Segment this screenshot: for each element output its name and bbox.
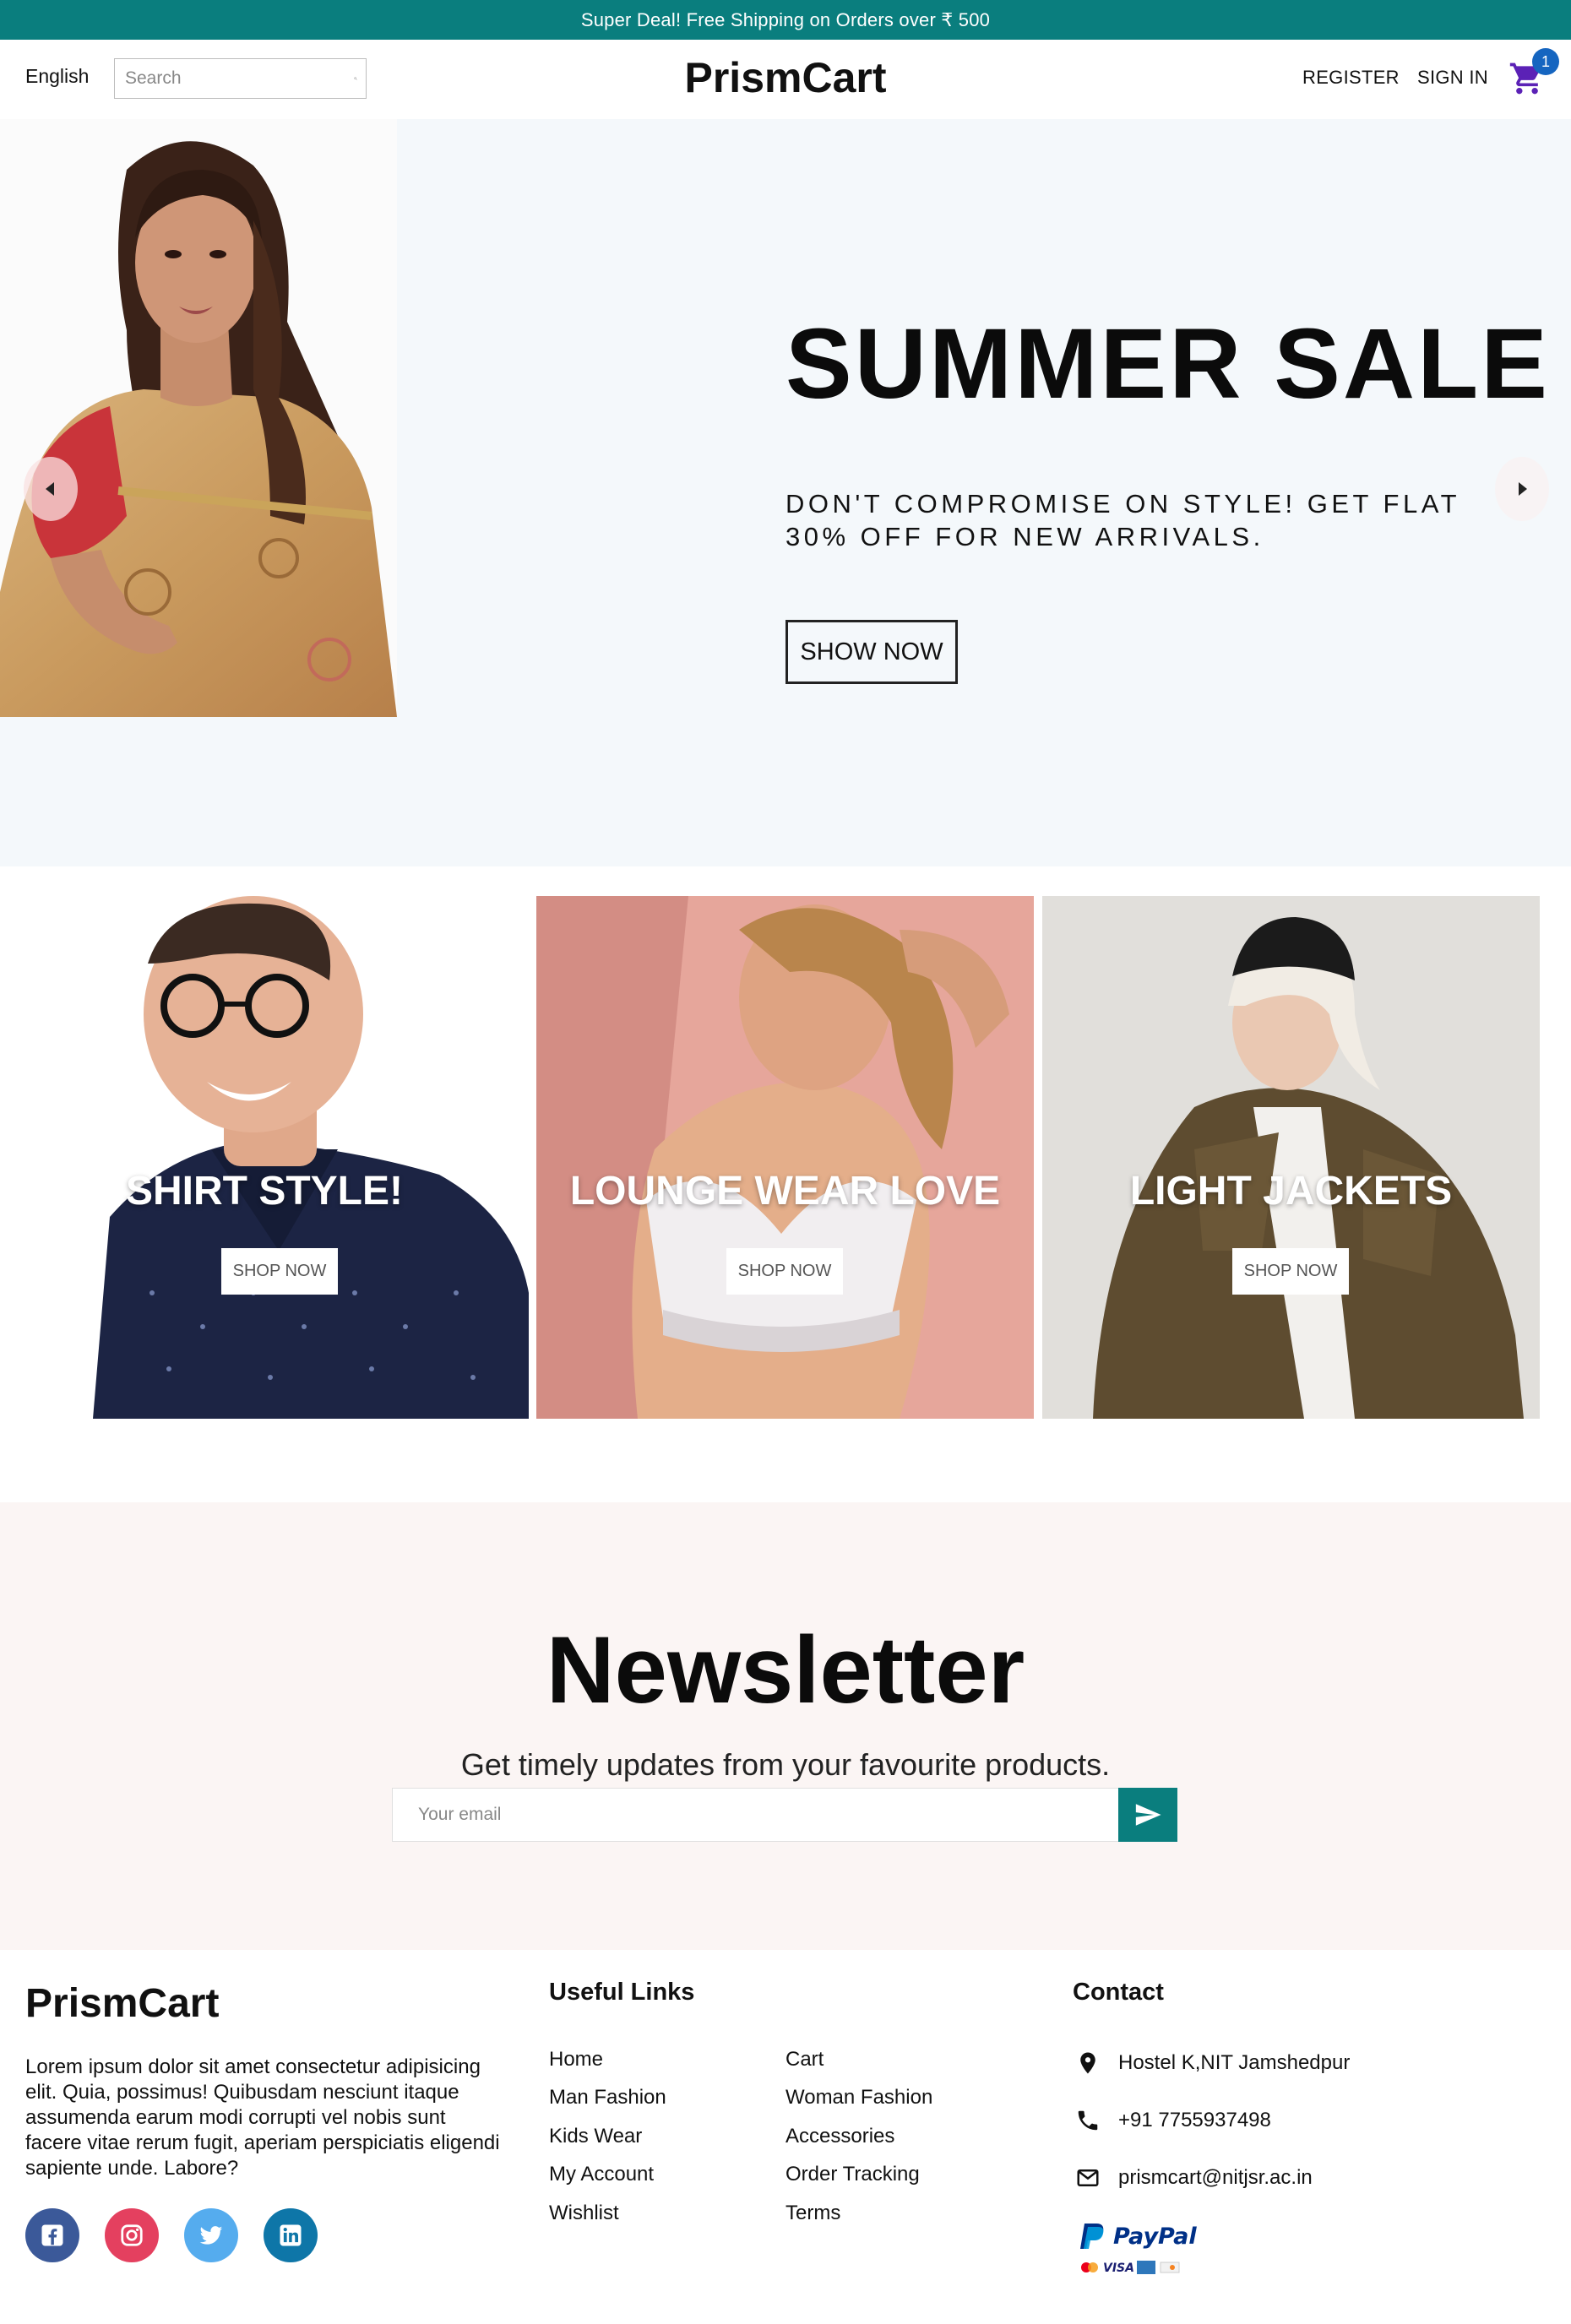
newsletter-subtitle: Get timely updates from your favourite p… xyxy=(460,1747,1111,1782)
footer-link-order-tracking[interactable]: Order Tracking xyxy=(786,2163,920,2186)
shop-now-button-jackets[interactable]: SHOP NOW xyxy=(1232,1248,1349,1295)
shop-now-button-shirts[interactable]: SHOP NOW xyxy=(221,1248,338,1295)
mail-icon xyxy=(1073,2163,1103,2193)
category-title-loungewear: LOUNGE WEAR LOVE xyxy=(569,1169,1001,1214)
contact-phone-text: +91 7755937498 xyxy=(1118,2109,1271,2131)
linkedin-icon xyxy=(280,2224,302,2246)
category-image-loungewear xyxy=(536,896,1034,1419)
category-card-loungewear[interactable]: LOUNGE WEAR LOVE SHOP NOW xyxy=(536,896,1034,1419)
search-input[interactable] xyxy=(125,68,354,89)
hero-slider: SUMMER SALE DON'T COMPROMISE ON STYLE! G… xyxy=(0,119,1571,866)
paypal-logo-text: PayPal xyxy=(1113,2224,1197,2250)
instagram-icon xyxy=(121,2224,143,2246)
navbar: English PrismCart REGISTER SIGN IN 1 xyxy=(0,40,1571,119)
category-image-jackets xyxy=(1042,896,1540,1419)
arrow-right-icon xyxy=(1519,482,1527,496)
hero-title: SUMMER SALE xyxy=(786,308,1550,420)
contact-address-text: Hostel K,NIT Jamshedpur xyxy=(1118,2051,1351,2074)
useful-links-heading: Useful Links xyxy=(549,1979,695,2006)
show-now-button[interactable]: SHOW NOW xyxy=(786,620,958,684)
category-card-shirts[interactable]: SHIRT STYLE! SHOP NOW xyxy=(0,896,529,1419)
language-selector[interactable]: English xyxy=(25,65,89,88)
search-icon[interactable] xyxy=(354,68,357,90)
newsletter-email-input[interactable] xyxy=(392,1788,1118,1842)
cart-button[interactable]: 1 xyxy=(1508,48,1559,97)
newsletter-form xyxy=(392,1788,1177,1842)
category-title-shirts: SHIRT STYLE! xyxy=(125,1169,403,1214)
location-pin-icon xyxy=(1073,2048,1103,2078)
sign-in-link[interactable]: SIGN IN xyxy=(1417,67,1488,89)
footer-link-accessories[interactable]: Accessories xyxy=(786,2125,894,2148)
site-logo-text[interactable]: PrismCart xyxy=(685,54,887,101)
footer: PrismCart Lorem ipsum dolor sit amet con… xyxy=(0,1950,1571,2324)
facebook-button[interactable] xyxy=(25,2208,79,2262)
contact-address: Hostel K,NIT Jamshedpur xyxy=(1073,2048,1350,2078)
newsletter-section: Newsletter Get timely updates from your … xyxy=(0,1502,1571,1950)
category-card-jackets[interactable]: LIGHT JACKETS SHOP NOW xyxy=(1042,896,1540,1419)
twitter-icon xyxy=(199,2226,223,2245)
cart-count-badge: 1 xyxy=(1532,48,1559,75)
footer-link-cart[interactable]: Cart xyxy=(786,2048,824,2072)
search-box[interactable] xyxy=(114,58,367,99)
footer-link-kids-wear[interactable]: Kids Wear xyxy=(549,2125,642,2148)
linkedin-button[interactable] xyxy=(264,2208,318,2262)
contact-heading: Contact xyxy=(1073,1979,1164,2006)
shop-now-button-loungewear[interactable]: SHOP NOW xyxy=(726,1248,843,1295)
hero-model-image xyxy=(0,119,397,717)
facebook-icon xyxy=(41,2224,63,2246)
newsletter-submit-button[interactable] xyxy=(1118,1788,1177,1842)
footer-link-my-account[interactable]: My Account xyxy=(549,2163,654,2186)
footer-link-woman-fashion[interactable]: Woman Fashion xyxy=(786,2086,932,2110)
footer-logo: PrismCart xyxy=(25,1981,220,2026)
footer-link-man-fashion[interactable]: Man Fashion xyxy=(549,2086,666,2110)
category-title-jackets: LIGHT JACKETS xyxy=(1129,1169,1453,1214)
footer-link-wishlist[interactable]: Wishlist xyxy=(549,2202,619,2225)
svg-text:VISA: VISA xyxy=(1103,2262,1134,2275)
footer-link-home[interactable]: Home xyxy=(549,2048,603,2072)
contact-email-text: prismcart@nitjsr.ac.in xyxy=(1118,2166,1313,2189)
contact-email: prismcart@nitjsr.ac.in xyxy=(1073,2163,1313,2193)
category-image-shirts xyxy=(0,896,529,1419)
payment-methods-image: PayPal VISA xyxy=(1078,2220,1221,2279)
register-link[interactable]: REGISTER xyxy=(1302,67,1400,89)
footer-link-terms[interactable]: Terms xyxy=(786,2202,840,2225)
footer-description: Lorem ipsum dolor sit amet consectetur a… xyxy=(25,2055,500,2180)
contact-phone: +91 7755937498 xyxy=(1073,2105,1271,2136)
send-icon xyxy=(1135,1804,1161,1826)
phone-icon xyxy=(1073,2105,1103,2136)
slider-prev-button[interactable] xyxy=(24,457,78,521)
newsletter-title: Newsletter xyxy=(546,1617,1025,1723)
announcement-bar: Super Deal! Free Shipping on Orders over… xyxy=(0,0,1571,40)
instagram-button[interactable] xyxy=(105,2208,159,2262)
twitter-button[interactable] xyxy=(184,2208,238,2262)
hero-description: DON'T COMPROMISE ON STYLE! GET FLAT 30% … xyxy=(786,489,1460,551)
arrow-left-icon xyxy=(46,482,54,496)
announcement-text: Super Deal! Free Shipping on Orders over… xyxy=(580,8,991,30)
